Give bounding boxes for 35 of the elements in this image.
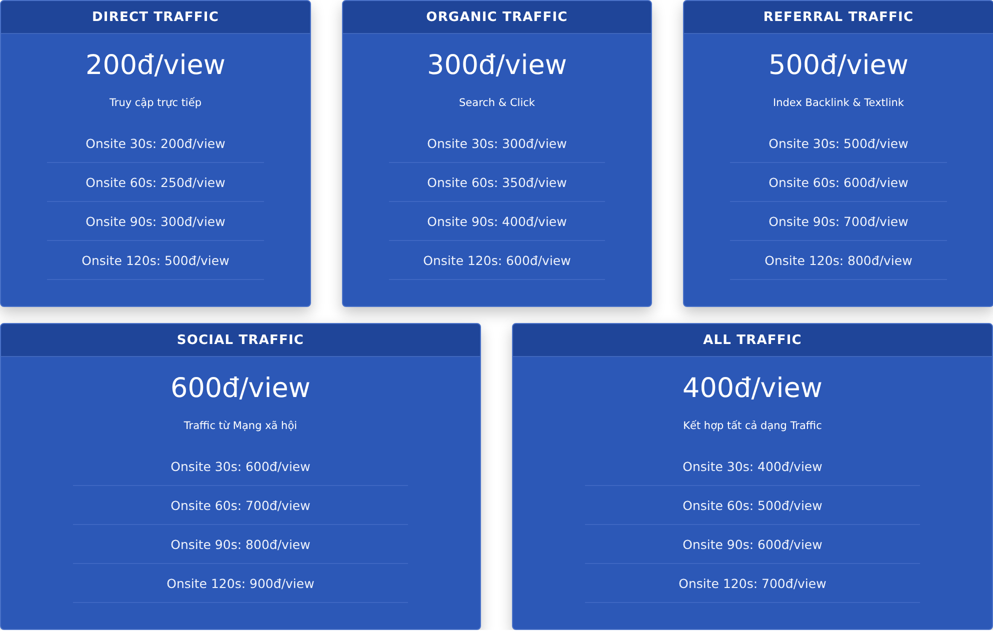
price-item: Onsite 120s: 500đ/view — [47, 241, 264, 280]
price-item: Onsite 30s: 600đ/view — [72, 447, 408, 486]
price-item: Onsite 90s: 300đ/view — [47, 202, 264, 241]
price: 400đ/view — [682, 372, 822, 406]
price-item: Onsite 90s: 400đ/view — [389, 202, 605, 241]
card-subtitle: Kết hợp tất cả dạng Traffic — [683, 419, 822, 433]
price-item: Onsite 120s: 700đ/view — [584, 564, 920, 603]
price-item: Onsite 60s: 700đ/view — [72, 486, 408, 525]
card-title: SOCIAL TRAFFIC — [1, 324, 480, 357]
price: 500đ/view — [768, 49, 908, 83]
card-title: ALL TRAFFIC — [513, 324, 992, 357]
price-item: Onsite 30s: 200đ/view — [47, 124, 264, 163]
price-item: Onsite 120s: 800đ/view — [730, 241, 947, 280]
price-item: Onsite 30s: 300đ/view — [389, 124, 605, 163]
card-subtitle: Search & Click — [459, 96, 535, 110]
card-subtitle: Traffic từ Mạng xã hội — [184, 419, 298, 433]
price-item: Onsite 60s: 600đ/view — [730, 163, 947, 202]
card-title: DIRECT TRAFFIC — [1, 1, 310, 34]
card-subtitle: Index Backlink & Textlink — [773, 96, 904, 110]
price: 300đ/view — [427, 49, 567, 83]
price-item: Onsite 60s: 350đ/view — [389, 163, 605, 202]
price-item: Onsite 30s: 500đ/view — [730, 124, 947, 163]
price-item: Onsite 90s: 600đ/view — [584, 525, 920, 564]
card-subtitle: Truy cập trực tiếp — [110, 96, 202, 110]
price-item: Onsite 120s: 900đ/view — [72, 564, 408, 603]
price-item: Onsite 60s: 250đ/view — [47, 163, 264, 202]
price-item: Onsite 120s: 600đ/view — [389, 241, 605, 280]
card-title: ORGANIC TRAFFIC — [343, 1, 651, 34]
price-item: Onsite 90s: 800đ/view — [72, 525, 408, 564]
card-title: REFERRAL TRAFFIC — [684, 1, 993, 34]
price-item: Onsite 30s: 400đ/view — [584, 447, 920, 486]
price: 600đ/view — [170, 372, 310, 406]
price: 200đ/view — [86, 49, 226, 83]
price-item: Onsite 90s: 700đ/view — [730, 202, 947, 241]
price-item: Onsite 60s: 500đ/view — [584, 486, 920, 525]
